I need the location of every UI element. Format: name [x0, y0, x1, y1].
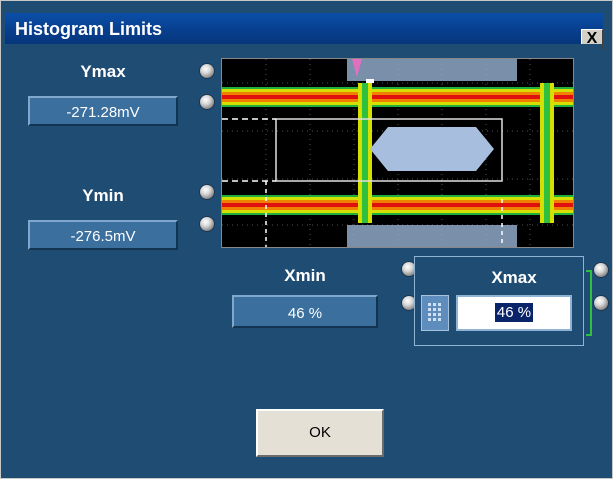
xmax-selected-value: 46 %: [494, 303, 534, 322]
eye-diagram-graphic: [222, 59, 573, 247]
ymin-label: Ymin: [82, 186, 124, 205]
knob-icon[interactable]: [200, 64, 214, 78]
knob-icon[interactable]: [200, 95, 214, 109]
keypad-grid-icon: [428, 303, 441, 321]
knob-icon[interactable]: [200, 217, 214, 231]
xmax-input[interactable]: 46 %: [456, 295, 572, 331]
knob-icon[interactable]: [594, 263, 608, 277]
eye-diagram-display: [221, 58, 574, 248]
xmax-label: Xmax: [491, 268, 537, 287]
xmin-label: Xmin: [284, 266, 326, 285]
knob-link-bracket: [586, 270, 592, 336]
keypad-icon[interactable]: [421, 295, 449, 331]
title-bar: Histogram Limits X: [5, 13, 603, 50]
knob-icon[interactable]: [200, 185, 214, 199]
xmin-field[interactable]: 46 %: [232, 295, 378, 328]
ok-button[interactable]: OK: [256, 409, 384, 457]
window-title: Histogram Limits: [15, 19, 163, 39]
knob-icon[interactable]: [594, 296, 608, 310]
ymax-label: Ymax: [80, 62, 126, 81]
ymax-field[interactable]: -271.28mV: [28, 96, 178, 126]
ymin-field[interactable]: -276.5mV: [28, 220, 178, 250]
